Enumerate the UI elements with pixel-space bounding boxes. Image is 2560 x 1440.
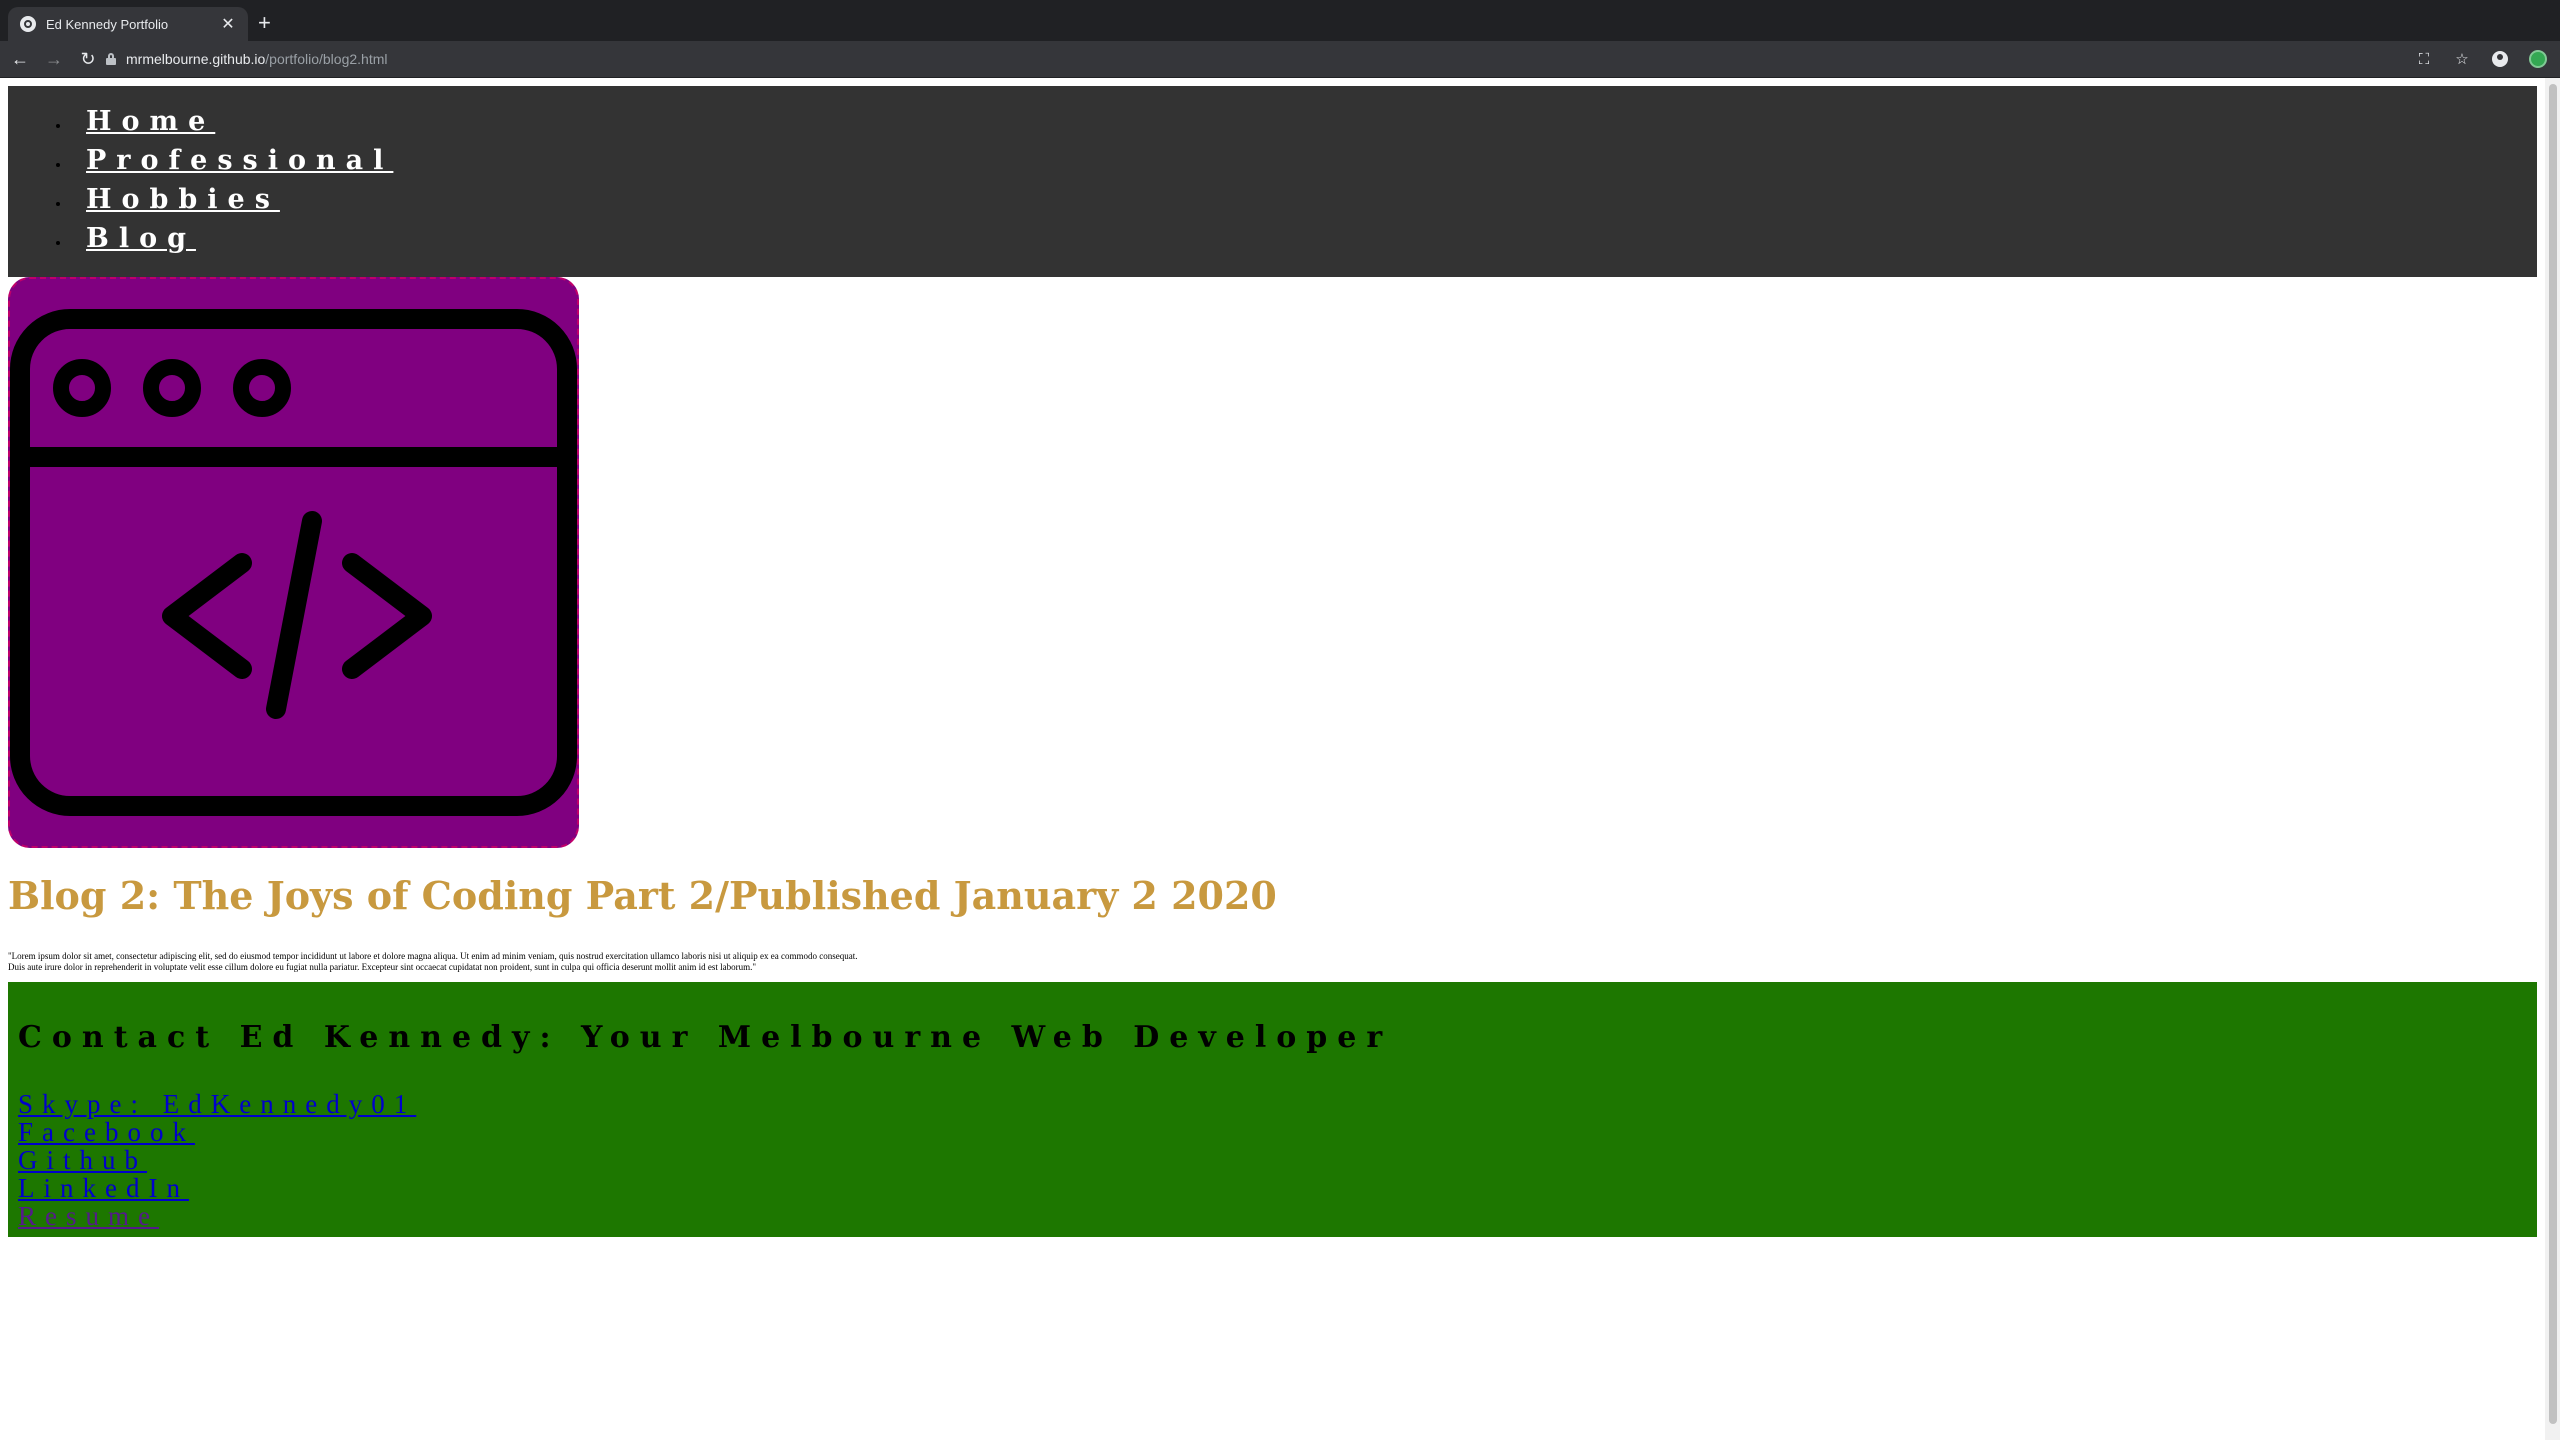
page-viewport: Home Professional Hobbies Blog Blog 2: T… bbox=[0, 78, 2545, 1440]
new-tab-icon[interactable]: + bbox=[258, 12, 271, 34]
contact-link-resume[interactable]: Resume bbox=[18, 1202, 416, 1230]
nav-item-hobbies: Hobbies bbox=[55, 180, 393, 219]
scrollbar-thumb[interactable] bbox=[2549, 84, 2557, 1424]
star-icon[interactable]: ☆ bbox=[2450, 47, 2474, 71]
nav-item-professional: Professional bbox=[55, 141, 393, 180]
contact-links: Skype: EdKennedy01 Facebook Github Linke… bbox=[18, 1090, 416, 1230]
tab-close-icon[interactable]: ✕ bbox=[220, 14, 236, 34]
address-bar[interactable]: mrmelbourne.github.io/portfolio/blog2.ht… bbox=[106, 45, 2406, 73]
page-scrollbar[interactable] bbox=[2545, 78, 2560, 1440]
translate-icon[interactable]: ⛶ bbox=[2412, 47, 2436, 71]
globe-icon bbox=[20, 16, 36, 32]
browser-toolbar: ← → ↻ mrmelbourne.github.io/portfolio/bl… bbox=[0, 41, 2560, 78]
browser-tab[interactable]: Ed Kennedy Portfolio ✕ bbox=[8, 7, 248, 41]
url-host: mrmelbourne.github.io bbox=[126, 51, 266, 67]
extension-icon[interactable] bbox=[2526, 47, 2550, 71]
back-icon[interactable]: ← bbox=[6, 45, 34, 73]
code-window-icon bbox=[10, 309, 577, 816]
avatar bbox=[2492, 51, 2508, 67]
nav-link-professional[interactable]: Professional bbox=[86, 145, 393, 176]
contact-heading: Contact Ed Kennedy: Your Melbourne Web D… bbox=[18, 1020, 1393, 1055]
nav-item-blog: Blog bbox=[55, 219, 393, 258]
reload-icon[interactable]: ↻ bbox=[74, 45, 102, 73]
contact-link-github[interactable]: Github bbox=[18, 1146, 416, 1174]
contact-link-skype[interactable]: Skype: EdKennedy01 bbox=[18, 1090, 416, 1118]
blog-title: Blog 2: The Joys of Coding Part 2/Publis… bbox=[8, 873, 1277, 918]
nav-link-blog[interactable]: Blog bbox=[86, 223, 196, 254]
nav-item-home: Home bbox=[55, 102, 393, 141]
forward-icon[interactable]: → bbox=[40, 45, 68, 73]
site-nav: Home Professional Hobbies Blog bbox=[8, 86, 2537, 277]
nav-list: Home Professional Hobbies Blog bbox=[55, 102, 393, 258]
toolbar-icons: ⛶ ☆ bbox=[2412, 47, 2550, 71]
contact-section: Contact Ed Kennedy: Your Melbourne Web D… bbox=[8, 982, 2537, 1237]
contact-link-facebook[interactable]: Facebook bbox=[18, 1118, 416, 1146]
extension-badge bbox=[2529, 50, 2547, 68]
nav-link-home[interactable]: Home bbox=[86, 106, 215, 137]
hero-image bbox=[8, 277, 579, 848]
blog-body-line-2: Duis aute irure dolor in reprehenderit i… bbox=[8, 962, 757, 972]
profile-icon[interactable] bbox=[2488, 47, 2512, 71]
nav-link-hobbies[interactable]: Hobbies bbox=[86, 184, 280, 215]
url-path: /portfolio/blog2.html bbox=[265, 51, 388, 67]
lock-icon bbox=[106, 53, 116, 65]
blog-body-line-1: "Lorem ipsum dolor sit amet, consectetur… bbox=[8, 951, 858, 961]
blog-body: "Lorem ipsum dolor sit amet, consectetur… bbox=[8, 951, 1208, 973]
tab-strip: Ed Kennedy Portfolio ✕ + bbox=[0, 0, 2560, 41]
tab-title: Ed Kennedy Portfolio bbox=[46, 16, 169, 32]
contact-link-linkedin[interactable]: LinkedIn bbox=[18, 1174, 416, 1202]
